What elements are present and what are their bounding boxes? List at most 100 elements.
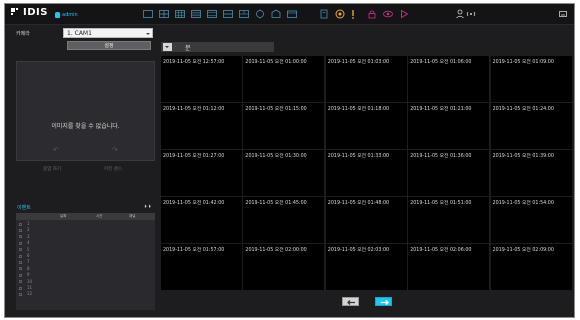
col-date: 날짜: [60, 214, 67, 218]
split-3x3-icon[interactable]: [174, 8, 186, 20]
user-indicator[interactable]: admin: [55, 10, 78, 19]
row-checkbox[interactable]: [19, 267, 22, 271]
folder-icon[interactable]: [286, 8, 298, 20]
alarm-icon[interactable]: [347, 8, 359, 20]
date-value[interactable]: 분: [185, 43, 191, 52]
thumbnail-cell[interactable]: 2019-11-05 오전 02:00:00: [243, 244, 325, 290]
thumbnail-timestamp: 2019-11-05 오전 01:48:00: [327, 201, 390, 206]
thumbnail-timestamp: 2019-11-05 오전 01:45:00: [245, 201, 307, 206]
thumbnail-cell[interactable]: 2019-11-05 오전 01:36:00: [408, 150, 490, 196]
event-title: 이벤트: [17, 205, 31, 211]
row-checkbox[interactable]: [19, 292, 22, 296]
row-checkbox[interactable]: [19, 241, 22, 245]
camera-select[interactable]: 1. CAM1: [63, 28, 153, 38]
thumbnail-cell[interactable]: 2019-11-05 오전 01:57:00: [161, 244, 242, 290]
thumbnail-timestamp: 2019-11-05 오전 01:36:00: [410, 154, 472, 159]
thumbnail-timestamp: 2019-11-05 오전 12:57:00: [163, 60, 225, 65]
thumbnail-cell[interactable]: 2019-11-05 오전 01:30:00: [243, 150, 325, 196]
list-item[interactable]: 12: [16, 291, 155, 297]
thumbnail-cell[interactable]: 2019-11-05 오전 01:21:00: [408, 103, 490, 149]
event-panel: 이벤트 ⏵ ⏵ 날짜 시간 채널 1 2 3 4 5 6 7 8 9 10 11 12: [16, 204, 155, 310]
rotate-left-icon[interactable]: ↶: [53, 146, 59, 154]
lock-icon[interactable]: [366, 8, 378, 20]
thumbnail-timestamp: 2019-11-05 오전 01:09:00: [492, 60, 554, 65]
row-checkbox[interactable]: [19, 286, 22, 290]
eye-icon[interactable]: [382, 8, 394, 20]
thumbnail-cell[interactable]: 2019-11-05 오전 01:48:00: [325, 197, 407, 243]
thumbnail-cell[interactable]: 2019-11-05 오전 01:45:00: [243, 197, 325, 243]
thumbnail-cell[interactable]: 2019-11-05 오전 01:15:00: [243, 103, 325, 149]
thumbnail-cell[interactable]: 2019-11-05 오전 01:27:00: [161, 150, 242, 196]
thumbnail-cell[interactable]: 2019-11-05 오전 01:54:00: [490, 197, 572, 243]
thumbnail-cell[interactable]: 2019-11-05 오전 02:06:00: [408, 244, 490, 290]
thumbnail-timestamp: 2019-11-05 오전 01:57:00: [163, 248, 225, 253]
logo-text: IDIS: [23, 7, 48, 18]
chevron-down-icon: [146, 33, 150, 35]
layout-2-icon[interactable]: [238, 8, 250, 20]
thumbnail-cell[interactable]: 2019-11-05 오전 12:57:00: [161, 56, 242, 102]
thumbnail-cell[interactable]: 2019-11-05 오전 01:06:00: [408, 56, 490, 102]
thumbnail-timestamp: 2019-11-05 오전 01:39:00: [492, 154, 554, 159]
event-table-header: 날짜 시간 채널: [16, 213, 155, 220]
thumbnail-cell[interactable]: 2019-11-05 오전 01:12:00: [161, 103, 242, 149]
camera-label: 카메라: [16, 31, 30, 37]
fullscreen-icon[interactable]: [270, 8, 282, 20]
thumbnail-cell[interactable]: 2019-11-05 오전 02:03:00: [325, 244, 407, 290]
thumbnail-timestamp: 2019-11-05 오전 02:09:00: [492, 248, 554, 253]
next-page-button[interactable]: [375, 297, 392, 306]
row-checkbox[interactable]: [19, 248, 22, 252]
split-4x4-icon[interactable]: [190, 8, 202, 20]
app-window: IDIS admin 카메라 1. CAM1 설정 이미지를 찾을 수 없습니다…: [4, 3, 575, 318]
arrow-right-icon: [381, 300, 389, 305]
user-name: admin: [62, 11, 78, 18]
thumbnail-timestamp: 2019-11-05 오전 01:18:00: [327, 107, 390, 112]
row-checkbox[interactable]: [19, 260, 22, 264]
quad-view-icon[interactable]: [158, 8, 170, 20]
calendar-dropdown[interactable]: [163, 43, 172, 51]
ghost-button-2[interactable]: 이전 센스: [91, 166, 135, 174]
thumbnail-timestamp: 2019-11-05 오전 01:15:00: [245, 107, 307, 112]
event-nav-arrows[interactable]: ⏵ ⏵: [144, 204, 151, 210]
row-checkbox[interactable]: [19, 222, 22, 226]
thumbnail-cell[interactable]: 2019-11-05 오전 01:51:00: [408, 197, 490, 243]
thumbnail-timestamp: 2019-11-05 오전 01:54:00: [492, 201, 554, 206]
thumbnail-cell[interactable]: 2019-11-05 오전 01:24:00: [490, 103, 572, 149]
event-list: 1 2 3 4 5 6 7 8 9 10 11 12: [16, 220, 155, 310]
prev-page-button[interactable]: [342, 297, 359, 306]
rotate-right-icon[interactable]: ↷: [112, 146, 118, 154]
thumbnail-timestamp: 2019-11-05 오전 01:42:00: [163, 201, 225, 206]
ghost-button-1[interactable]: 줌업 하기: [30, 166, 74, 174]
thumbnail-cell[interactable]: 2019-11-05 오전 02:09:00: [490, 244, 572, 290]
minimize-icon[interactable]: [557, 8, 569, 20]
thumbnail-timestamp: 2019-11-05 오전 02:00:00: [245, 248, 307, 253]
thumbnail-cell[interactable]: 2019-11-05 오전 01:18:00: [325, 103, 407, 149]
play-icon[interactable]: [398, 8, 410, 20]
thumbnail-timestamp: 2019-11-05 오전 01:24:00: [492, 107, 554, 112]
thumbnail-cell[interactable]: 2019-11-05 오전 01:33:00: [325, 150, 407, 196]
row-checkbox[interactable]: [19, 280, 22, 284]
thumbnail-timestamp: 2019-11-05 오전 01:33:00: [327, 154, 390, 159]
settings-button[interactable]: 설정: [67, 41, 151, 50]
single-view-icon[interactable]: [142, 8, 154, 20]
camera-select-value: 1. CAM1: [67, 30, 92, 37]
top-bar: IDIS admin: [5, 4, 574, 25]
layout-icon[interactable]: [222, 8, 234, 20]
row-checkbox[interactable]: [19, 228, 22, 232]
target-icon[interactable]: [254, 8, 266, 20]
thumbnail-timestamp: 2019-11-05 오전 01:00:00: [245, 60, 307, 65]
thumbnail-cell[interactable]: 2019-11-05 오전 01:09:00: [490, 56, 572, 102]
search-playback-icon[interactable]: [334, 8, 346, 20]
thumbnail-cell[interactable]: 2019-11-05 오전 01:03:00: [325, 56, 407, 102]
preview-panel: 이미지를 찾을 수 없습니다.: [16, 61, 155, 161]
row-checkbox[interactable]: [19, 273, 22, 277]
signal-icon[interactable]: [465, 8, 477, 20]
thumbnail-cell[interactable]: 2019-11-05 오전 01:00:00: [243, 56, 325, 102]
col-time: 시간: [96, 214, 103, 218]
row-checkbox[interactable]: [19, 254, 22, 258]
row-checkbox[interactable]: [19, 235, 22, 239]
thumbnail-timestamp: 2019-11-05 오전 01:27:00: [163, 154, 225, 159]
thumbnail-cell[interactable]: 2019-11-05 오전 01:42:00: [161, 197, 242, 243]
thumbnail-cell[interactable]: 2019-11-05 오전 01:39:00: [490, 150, 572, 196]
split-5x5-icon[interactable]: [206, 8, 218, 20]
clipboard-icon[interactable]: [318, 8, 330, 20]
